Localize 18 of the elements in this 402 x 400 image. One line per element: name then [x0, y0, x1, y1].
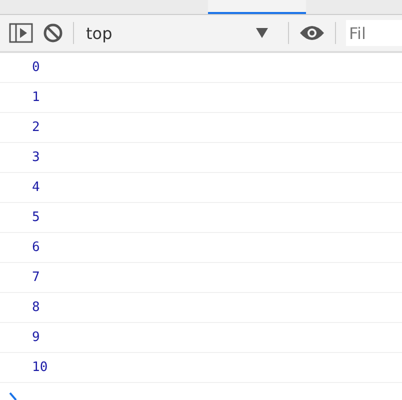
prompt-chevron-icon[interactable] — [8, 392, 18, 400]
log-value: 10 — [32, 360, 48, 375]
eye-icon[interactable] — [299, 24, 325, 42]
log-value: 2 — [32, 120, 40, 135]
sidebar-toggle-icon[interactable] — [9, 23, 33, 43]
filter-field[interactable]: Fil — [346, 20, 402, 46]
log-value: 8 — [32, 300, 40, 315]
log-value: 3 — [32, 150, 40, 165]
log-value: 4 — [32, 180, 40, 195]
log-value: 5 — [32, 210, 40, 225]
log-value: 1 — [32, 90, 40, 105]
clear-icon[interactable] — [43, 23, 63, 43]
dropdown-caret-icon — [256, 28, 268, 38]
context-dropdown[interactable]: top — [84, 24, 280, 42]
log-value: 6 — [32, 240, 40, 255]
log-value: 7 — [32, 270, 40, 285]
log-value: 9 — [32, 330, 40, 345]
log-value: 0 — [32, 60, 40, 75]
